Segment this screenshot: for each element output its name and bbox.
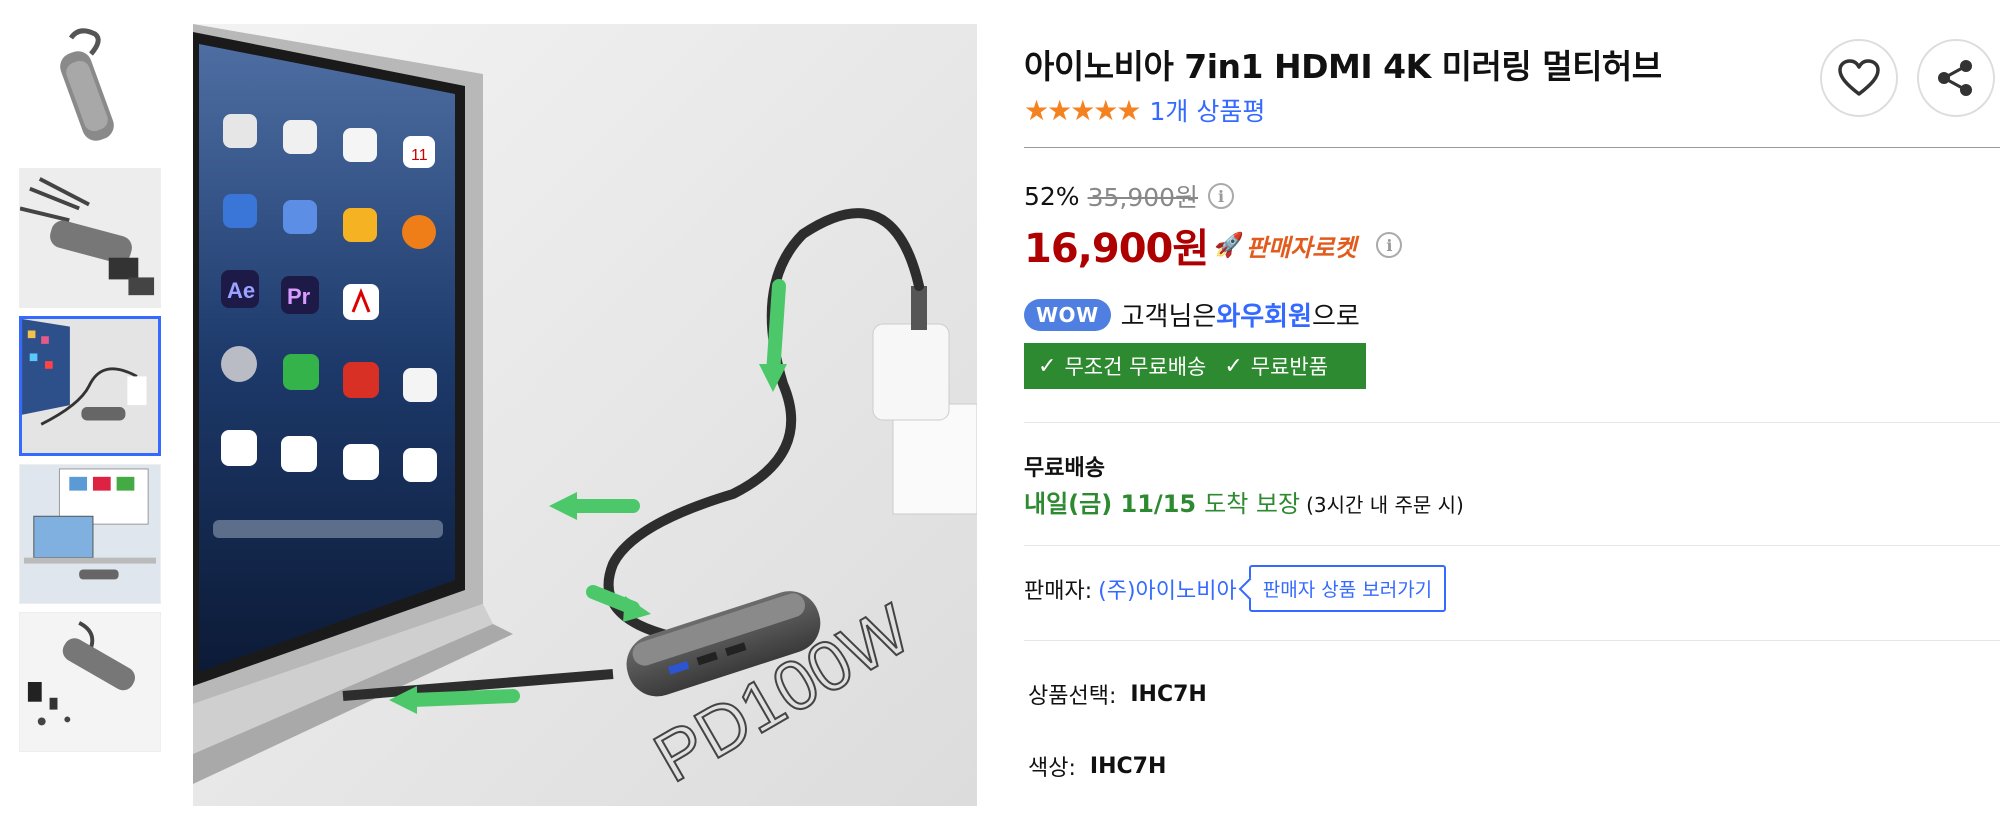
- divider: [1024, 147, 2000, 148]
- option-value: IHC7H: [1130, 681, 1207, 707]
- review-count-link[interactable]: 1개 상품평: [1150, 92, 1266, 128]
- sale-price: 16,900원: [1024, 226, 1209, 272]
- rocket-badge: 🚀 판매자로켓: [1214, 228, 1356, 263]
- thumbnail-4[interactable]: [19, 464, 161, 604]
- rocket-label: 판매자로켓: [1246, 233, 1357, 262]
- info-icon[interactable]: i: [1208, 183, 1235, 209]
- thumbnail-3[interactable]: [19, 316, 161, 456]
- divider: [1024, 545, 2000, 546]
- wow-text-after: 으로: [1312, 302, 1360, 332]
- share-button[interactable]: [1917, 39, 1995, 117]
- discount-row: 52% 35,900원 i: [1024, 178, 1235, 214]
- shipping-title: 무료배송: [1024, 456, 1105, 481]
- wishlist-button[interactable]: [1820, 39, 1898, 117]
- thumbnail-5[interactable]: [19, 612, 161, 752]
- wow-row: WOW 고객님은 와우회원 으로: [1024, 296, 1360, 333]
- rating-stars: ★★★★★: [1024, 93, 1142, 127]
- seller-row: 판매자: (주)아이노비아 판매자 상품 보러가기: [1024, 565, 1447, 612]
- discount-rate: 52%: [1024, 181, 1080, 211]
- share-icon: [1938, 60, 1972, 96]
- thumbnail-list: [19, 20, 161, 760]
- original-price: 35,900원: [1087, 183, 1199, 212]
- divider: [1024, 422, 2000, 423]
- svg-text:Ae: Ae: [227, 278, 255, 303]
- rating-row: ★★★★★ 1개 상품평: [1024, 92, 1265, 128]
- rocket-icon: 🚀: [1214, 231, 1245, 259]
- main-product-image: 11 Ae Pr PD100W: [193, 24, 977, 806]
- divider: [1024, 640, 2000, 641]
- wow-text-before: 고객님은: [1120, 302, 1217, 332]
- heart-icon: [1838, 59, 1880, 96]
- wow-member-label: 와우회원: [1216, 302, 1312, 332]
- price-row: 16,900원 🚀 판매자로켓 i: [1024, 216, 1403, 274]
- thumbnail-1[interactable]: [19, 20, 161, 160]
- free-shipping-label: 무조건 무료배송: [1064, 355, 1207, 379]
- svg-text:Pr: Pr: [287, 284, 311, 309]
- svg-text:11: 11: [411, 147, 428, 164]
- free-return-label: 무료반품: [1250, 355, 1329, 379]
- check-icon: ✓: [1038, 353, 1057, 379]
- product-title: 아이노비아 7in1 HDMI 4K 미러링 멀티허브: [1024, 47, 1662, 86]
- color-value: IHC7H: [1089, 753, 1167, 779]
- benefit-badge: ✓ 무조건 무료배송 ✓ 무료반품: [1024, 343, 1366, 389]
- option-label: 상품선택:: [1028, 684, 1117, 709]
- seller-products-button[interactable]: 판매자 상품 보러가기: [1248, 565, 1447, 612]
- product-info-panel: 아이노비아 7in1 HDMI 4K 미러링 멀티허브 ★★★★★ 1개 상품평…: [1024, 0, 2000, 814]
- check-icon: ✓: [1224, 353, 1243, 379]
- info-icon[interactable]: i: [1376, 232, 1403, 258]
- arrival-guarantee: 도착 보장: [1204, 490, 1301, 518]
- seller-label: 판매자:: [1024, 578, 1093, 604]
- option-row: 색상: IHC7H: [1028, 750, 1166, 782]
- order-condition: (3시간 내 주문 시): [1306, 493, 1464, 517]
- color-label: 색상:: [1028, 756, 1076, 781]
- arrival-date: 내일(금) 11/15: [1024, 490, 1197, 518]
- seller-name-link[interactable]: (주)아이노비아: [1098, 573, 1237, 605]
- thumbnail-2[interactable]: [19, 168, 161, 308]
- option-row: 상품선택: IHC7H: [1028, 678, 1207, 710]
- wow-badge: WOW: [1024, 298, 1111, 331]
- shipping-row: 내일(금) 11/15 도착 보장 (3시간 내 주문 시): [1024, 484, 1464, 519]
